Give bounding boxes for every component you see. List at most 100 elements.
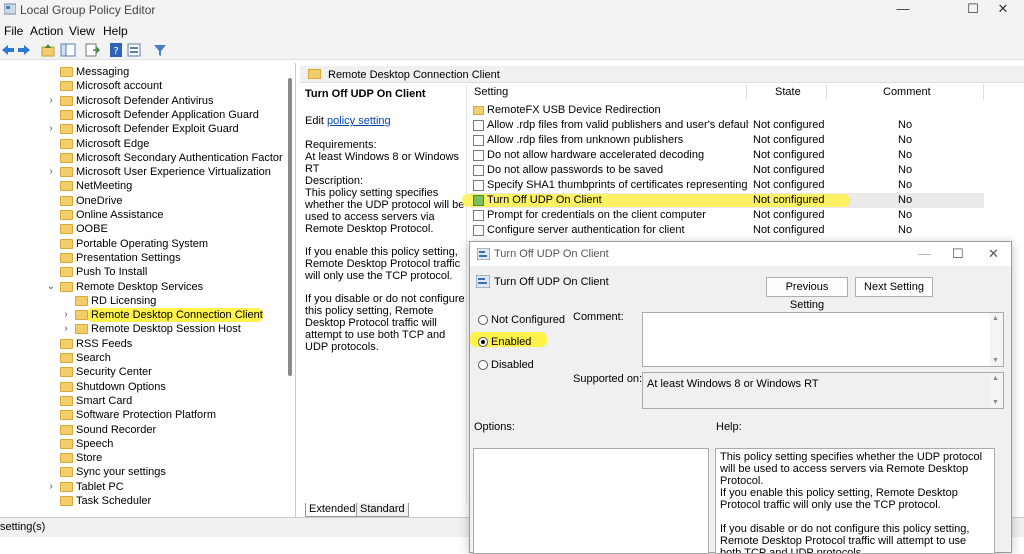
tree-item[interactable]: Push To Install [0, 266, 290, 280]
tree-item-label[interactable]: Shutdown Options [76, 381, 166, 393]
tree-item-label[interactable]: Microsoft account [76, 80, 162, 92]
tree-item[interactable]: › Microsoft Defender Antivirus [0, 95, 290, 109]
tree-item-label[interactable]: Online Assistance [76, 209, 163, 221]
setting-row[interactable]: Do not allow hardware accelerated decodi… [470, 148, 984, 163]
tree-item-label[interactable]: Smart Card [76, 395, 132, 407]
tree-item[interactable]: RD Licensing [0, 295, 290, 309]
tree-item[interactable]: Portable Operating System [0, 238, 290, 252]
menu-action[interactable]: Action [30, 24, 63, 38]
tree-item[interactable]: › Tablet PC [0, 481, 290, 495]
menu-help[interactable]: Help [103, 24, 128, 38]
tree-item-label[interactable]: Microsoft Defender Antivirus [76, 95, 214, 107]
dialog-close-button[interactable]: ✕ [988, 246, 999, 262]
tree-item-label[interactable]: Messaging [76, 66, 129, 78]
tree-item[interactable]: OOBE [0, 223, 290, 237]
tab-standard[interactable]: Standard [356, 503, 409, 517]
tree-item[interactable]: › Remote Desktop Connection Client [0, 308, 290, 323]
navigation-tree[interactable]: Messaging Microsoft account › Microsoft Def… [0, 63, 296, 517]
setting-row[interactable]: Allow .rdp files from unknown publishers… [470, 133, 984, 148]
expand-arrow-icon[interactable]: › [46, 123, 56, 134]
tree-item-label[interactable]: Presentation Settings [76, 252, 181, 264]
not-configured-label[interactable]: Not Configured [491, 314, 565, 326]
tree-item-label[interactable]: OOBE [76, 223, 108, 235]
setting-row[interactable]: Do not allow passwords to be saved Not co… [470, 163, 984, 178]
tree-item-label[interactable]: Push To Install [76, 266, 147, 278]
tree-item[interactable]: Microsoft account [0, 80, 290, 94]
tree-item[interactable]: › Microsoft Defender Exploit Guard [0, 123, 290, 137]
tree-item[interactable]: Shutdown Options [0, 381, 290, 395]
tree-item-label[interactable]: Portable Operating System [76, 238, 208, 250]
tree-item-label[interactable]: Speech [76, 438, 113, 450]
tree-item[interactable]: Smart Card [0, 395, 290, 409]
tree-item[interactable]: Microsoft Secondary Authentication Facto… [0, 152, 290, 166]
disabled-radio[interactable] [478, 360, 488, 370]
tree-item-label[interactable]: Microsoft User Experience Virtualization [76, 166, 271, 178]
tree-item[interactable]: Microsoft Edge [0, 138, 290, 152]
setting-row[interactable]: RemoteFX USB Device Redirection [470, 103, 984, 118]
tree-item[interactable]: Presentation Settings [0, 252, 290, 266]
export-list-icon[interactable] [84, 42, 100, 58]
column-header-comment[interactable]: Comment [883, 86, 931, 98]
tree-item[interactable]: Task Scheduler [0, 495, 290, 509]
back-arrow-icon[interactable] [0, 42, 16, 58]
tree-item[interactable]: Speech [0, 438, 290, 452]
setting-row[interactable]: Turn Off UDP On Client Not configured No [462, 193, 984, 208]
tree-item[interactable]: Security Center [0, 366, 290, 380]
expand-arrow-icon[interactable]: › [46, 481, 56, 492]
supported-scrollbar[interactable]: ▲ ▼ [990, 373, 1003, 408]
column-header-setting[interactable]: Setting [474, 86, 508, 98]
edit-policy-link[interactable]: policy setting [327, 115, 391, 127]
tree-item[interactable]: Sound Recorder [0, 424, 290, 438]
up-folder-icon[interactable] [40, 42, 56, 58]
tree-item-label[interactable]: Microsoft Defender Application Guard [76, 109, 259, 121]
help-icon[interactable]: ? [108, 42, 124, 58]
tree-item-label[interactable]: OneDrive [76, 195, 122, 207]
properties-icon[interactable] [126, 42, 142, 58]
tree-item[interactable]: ⌄ Remote Desktop Services [0, 281, 290, 295]
expand-arrow-icon[interactable]: › [46, 95, 56, 106]
tree-item-label[interactable]: Task Scheduler [76, 495, 151, 507]
menu-file[interactable]: File [4, 24, 23, 38]
tree-item-label[interactable]: Software Protection Platform [76, 409, 216, 421]
show-hide-tree-icon[interactable] [60, 42, 76, 58]
tree-item[interactable]: Software Protection Platform [0, 409, 290, 423]
expand-arrow-icon[interactable]: › [61, 309, 71, 320]
tree-scrollbar[interactable] [288, 78, 292, 376]
tab-extended[interactable]: Extended [305, 503, 360, 517]
tree-item-label[interactable]: NetMeeting [76, 180, 132, 192]
not-configured-radio[interactable] [478, 315, 488, 325]
tree-item[interactable]: › Remote Desktop Session Host [0, 323, 290, 337]
expand-arrow-icon[interactable]: ⌄ [46, 281, 56, 292]
tree-item-label[interactable]: Microsoft Defender Exploit Guard [76, 123, 239, 135]
tree-item[interactable]: Sync your settings [0, 466, 290, 480]
tree-item[interactable]: Search [0, 352, 290, 366]
tree-item[interactable]: Store [0, 452, 290, 466]
tree-item[interactable]: Microsoft Defender Application Guard [0, 109, 290, 123]
setting-row[interactable]: Prompt for credentials on the client com… [470, 208, 984, 223]
comment-textarea[interactable]: ▲ ▼ [642, 312, 1004, 367]
tree-item[interactable]: NetMeeting [0, 180, 290, 194]
enabled-radio[interactable] [478, 337, 488, 347]
tree-item[interactable]: › Microsoft User Experience Virtualizatio… [0, 166, 290, 180]
forward-arrow-icon[interactable] [16, 42, 32, 58]
filter-icon[interactable] [152, 42, 168, 58]
disabled-label[interactable]: Disabled [491, 359, 534, 371]
tree-item-label[interactable]: RD Licensing [91, 295, 156, 307]
tree-item-label[interactable]: Remote Desktop Services [76, 281, 203, 293]
tree-item-label[interactable]: RSS Feeds [76, 338, 132, 350]
enabled-label[interactable]: Enabled [491, 336, 531, 348]
column-header-state[interactable]: State [775, 86, 801, 98]
minimize-button[interactable]: — [880, 0, 926, 20]
dialog-maximize-button[interactable]: ☐ [952, 246, 964, 262]
next-setting-button[interactable]: Next Setting [855, 277, 933, 297]
tree-item-label[interactable]: Microsoft Edge [76, 138, 149, 150]
tree-item-label[interactable]: Tablet PC [76, 481, 124, 493]
previous-setting-button[interactable]: Previous Setting [766, 277, 848, 311]
comment-scrollbar[interactable]: ▲ ▼ [990, 313, 1003, 366]
tree-item-label[interactable]: Security Center [76, 366, 152, 378]
setting-row[interactable]: Allow .rdp files from valid publishers a… [470, 118, 984, 133]
setting-row[interactable]: Configure server authentication for clie… [470, 223, 984, 238]
tree-item-label[interactable]: Remote Desktop Connection Client [91, 309, 263, 321]
tree-item-label[interactable]: Store [76, 452, 102, 464]
menu-view[interactable]: View [69, 24, 95, 38]
